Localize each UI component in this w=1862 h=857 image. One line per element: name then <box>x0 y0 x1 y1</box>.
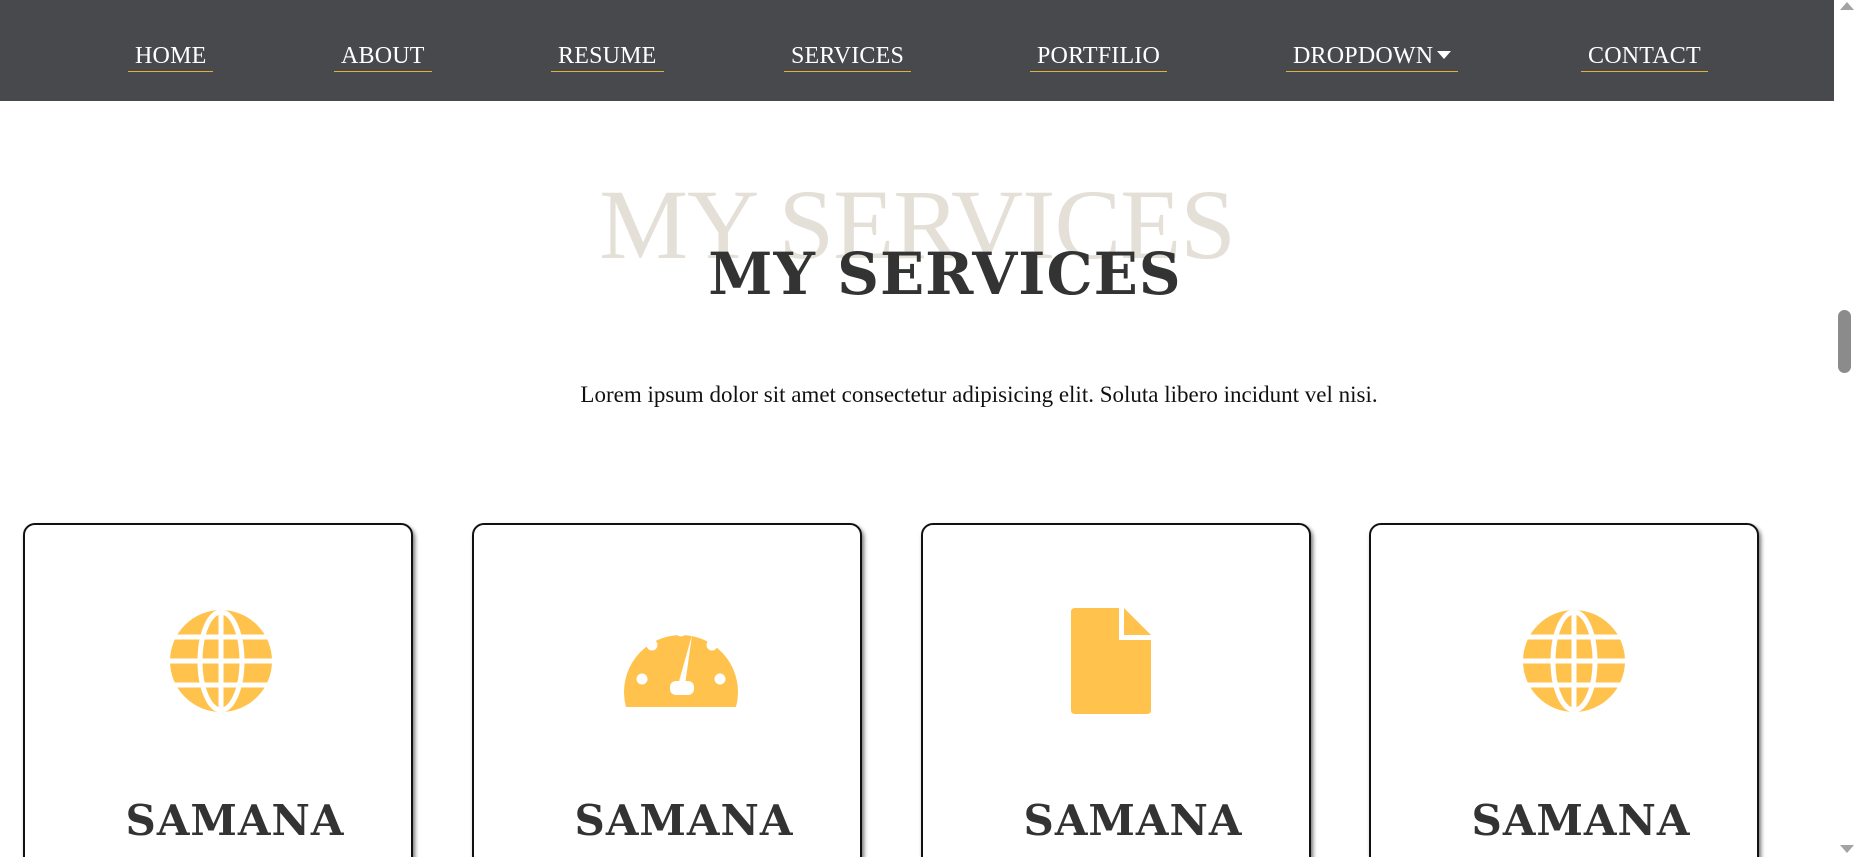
caret-down-icon <box>1437 51 1452 60</box>
globe-icon <box>168 608 274 714</box>
file-icon <box>1071 608 1151 714</box>
nav-resume-link[interactable]: RESUME <box>551 42 664 72</box>
top-navbar: HOME ABOUT RESUME SERVICES PORTFILIO DRO… <box>0 0 1834 101</box>
nav-about-link[interactable]: ABOUT <box>334 42 432 72</box>
service-card[interactable]: SAMANA <box>1369 523 1759 857</box>
section-subtitle: Lorem ipsum dolor sit amet consectetur a… <box>580 382 1378 407</box>
nav-portfolio-link[interactable]: PORTFILIO <box>1030 42 1168 72</box>
service-card[interactable]: SAMANA <box>472 523 862 857</box>
service-card[interactable]: SAMANA <box>23 523 413 857</box>
service-card-title: SAMANA <box>1023 796 1243 845</box>
nav-dropdown-label: DROPDOWN <box>1293 43 1434 69</box>
scroll-up-arrow-icon[interactable] <box>1840 2 1854 10</box>
service-card[interactable]: SAMANA <box>921 523 1311 857</box>
section-title: MY SERVICES <box>708 240 1182 308</box>
nav-dropdown-toggle[interactable]: DROPDOWN <box>1286 42 1459 72</box>
nav-contact-link[interactable]: CONTACT <box>1581 42 1708 72</box>
globe-icon <box>1521 608 1627 714</box>
nav-home-link[interactable]: HOME <box>128 42 214 72</box>
scrollbar-thumb[interactable] <box>1838 310 1851 373</box>
service-card-title: SAMANA <box>574 796 794 845</box>
scroll-down-arrow-icon[interactable] <box>1840 845 1854 853</box>
page: HOME ABOUT RESUME SERVICES PORTFILIO DRO… <box>0 0 1862 857</box>
service-card-title: SAMANA <box>1471 796 1691 845</box>
nav-services-link[interactable]: SERVICES <box>784 42 912 72</box>
nav-menu: HOME ABOUT RESUME SERVICES PORTFILIO DRO… <box>0 0 1834 101</box>
service-card-title: SAMANA <box>125 796 345 845</box>
dashboard-icon <box>622 613 740 709</box>
vertical-scrollbar[interactable] <box>1834 0 1862 857</box>
